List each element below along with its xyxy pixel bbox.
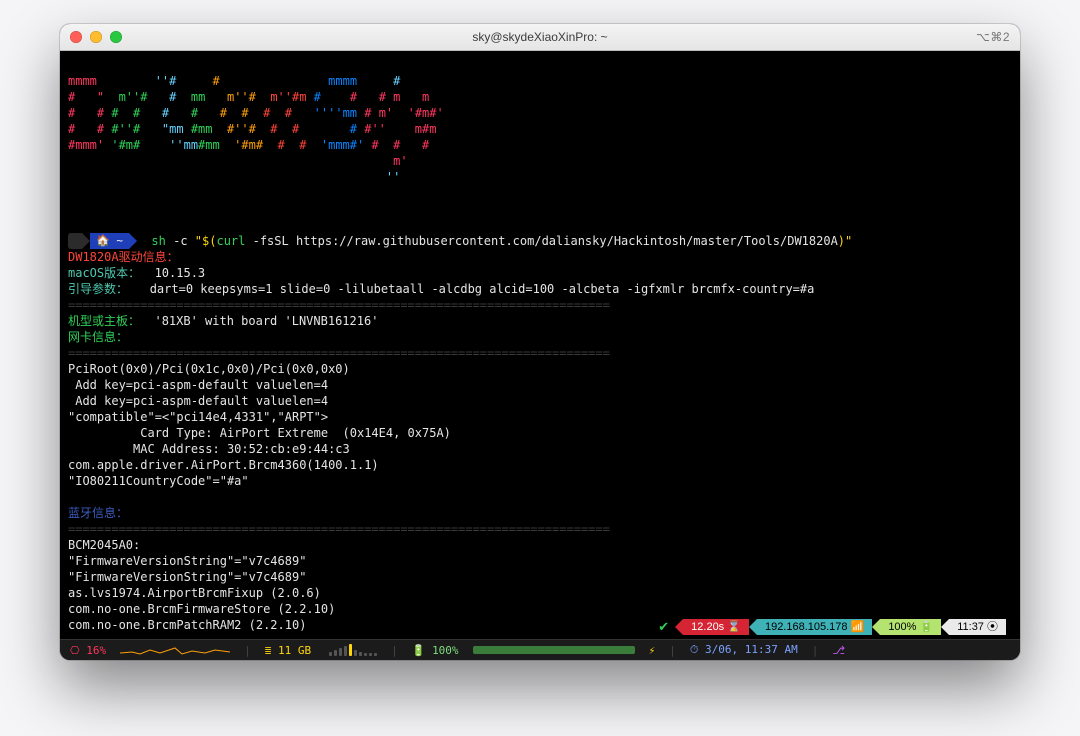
ascii-banner: mmmm ''# # mmmm ## " m''# # mm m''# m''#… [68, 73, 1012, 185]
clock-icon: ⦿ [987, 621, 998, 633]
cpu-value: 16% [86, 644, 106, 657]
window-title: sky@skydeXiaoXinPro: ~ [60, 30, 1020, 44]
cmd-flag: -c [173, 234, 187, 248]
window-controls [70, 31, 122, 43]
boot-args-value: dart=0 keepsyms=1 slide=0 -lilubetaall -… [128, 282, 814, 296]
nic-output: PciRoot(0x0)/Pci(0x1c,0x0)/Pci(0x0,0x0) … [68, 361, 1012, 489]
model-label: 机型或主板： [68, 314, 140, 328]
separator: ========================================… [68, 346, 610, 360]
cpu-graph [120, 644, 230, 656]
home-icon: 🏠 ~ [90, 233, 129, 249]
charging-icon: ⚡ [649, 644, 656, 657]
battery-value: 100% [432, 644, 459, 657]
cmd-sh: sh [151, 234, 165, 248]
close-icon[interactable] [70, 31, 82, 43]
cmd-url: -fsSL https://raw.githubusercontent.com/… [245, 234, 837, 248]
terminal-body[interactable]: mmmm ''# # mmmm ## " m''# # mm m''# m''#… [60, 51, 1020, 639]
cmd-curl: curl [216, 234, 245, 248]
driver-info-label: DW1820A驱动信息： [68, 250, 179, 264]
battery-icon: 🔋 [412, 644, 426, 657]
cmd-quote-open: "$( [195, 234, 217, 248]
titlebar: sky@skydeXiaoXinPro: ~ ⌥⌘2 [60, 24, 1020, 51]
minimize-icon[interactable] [90, 31, 102, 43]
apple-icon [68, 233, 82, 249]
memory-value: 11 GB [278, 644, 311, 657]
battery-icon: 🔋 [920, 621, 934, 633]
ip-pill: 192.168.105.178 📶 [749, 619, 872, 635]
model-value: '81XB' with board 'LNVNB161216' [140, 314, 378, 328]
clock-pill: 11:37 ⦿ [941, 619, 1006, 635]
separator: ========================================… [68, 522, 610, 536]
battery-bar [473, 646, 635, 654]
check-icon: ✔ [658, 619, 669, 635]
system-status-bar: ⎔ 16% | ≣ 11 GB | 🔋 100% ⚡ | ⏱ 3/06, 11:… [60, 639, 1020, 660]
memory-bars [329, 644, 377, 656]
clock-value: 3/06, 11:37 AM [705, 643, 798, 656]
nic-label: 网卡信息： [68, 330, 128, 344]
bt-label: 蓝牙信息： [68, 506, 128, 520]
boot-args-label: 引导参数： [68, 282, 128, 296]
memory-icon: ≣ [265, 644, 272, 657]
prompt: 🏠 ~ [68, 233, 137, 249]
separator: ========================================… [68, 298, 610, 312]
cmd-quote-close: )" [838, 234, 852, 248]
zoom-icon[interactable] [110, 31, 122, 43]
macos-version-value: 10.15.3 [140, 266, 205, 280]
git-icon: ⎇ [832, 644, 845, 657]
battery-pill: 100% 🔋 [872, 619, 941, 635]
clock-icon: ⏱ [690, 643, 699, 656]
exec-time-pill: 12.20s ⌛ [675, 619, 749, 635]
window-shortcut: ⌥⌘2 [976, 30, 1010, 44]
hourglass-icon: ⌛ [727, 621, 741, 633]
macos-version-label: macOS版本： [68, 266, 140, 280]
terminal-window: sky@skydeXiaoXinPro: ~ ⌥⌘2 mmmm ''# # mm… [60, 24, 1020, 660]
cpu-icon: ⎔ [70, 644, 80, 657]
right-status: ✔ 12.20s ⌛ 192.168.105.178 📶 100% 🔋 11:3… [652, 618, 1012, 638]
wifi-icon: 📶 [851, 621, 865, 633]
